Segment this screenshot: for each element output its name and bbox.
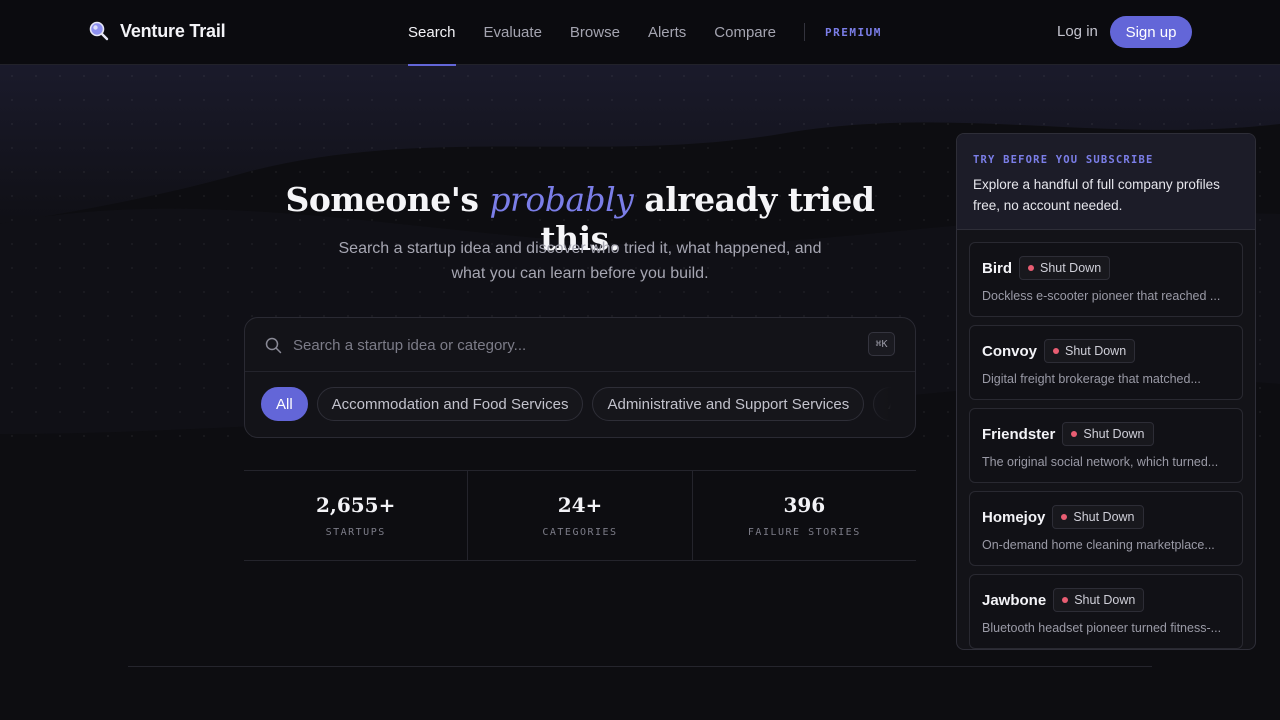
stat-value: 396 <box>783 493 826 517</box>
nav-compare[interactable]: Compare <box>714 0 776 64</box>
status-text: Shut Down <box>1065 344 1127 358</box>
status-dot-icon <box>1061 514 1068 520</box>
company-name: Jawbone <box>982 591 1047 609</box>
status-dot-icon <box>1028 265 1034 271</box>
company-description: The original social network, which turne… <box>982 455 1219 469</box>
chip-all[interactable]: All <box>261 387 308 421</box>
nav-browse[interactable]: Browse <box>570 0 620 64</box>
main-nav: Search Evaluate Browse Alerts Compare PR… <box>408 0 882 66</box>
nav-alerts[interactable]: Alerts <box>648 0 686 64</box>
company-list: Bird Shut Down Dockless e-scooter pionee… <box>957 230 1255 649</box>
panel-description: Explore a handful of full company profil… <box>973 177 1220 213</box>
company-description: On-demand home cleaning marketplace... <box>982 538 1215 552</box>
status-badge: Shut Down <box>1044 339 1136 363</box>
stat-categories: 24+ CATEGORIES <box>468 471 693 560</box>
company-card-jawbone[interactable]: Jawbone Shut Down Bluetooth headset pion… <box>969 574 1243 649</box>
status-badge: Shut Down <box>1053 588 1145 612</box>
stat-value: 24+ <box>557 493 603 517</box>
stat-value: 2,655+ <box>315 493 396 517</box>
category-chips: All Accommodation and Food Services Admi… <box>261 387 903 421</box>
card-header: Friendster Shut Down <box>982 422 1230 446</box>
company-name: Homejoy <box>982 508 1046 526</box>
company-card-homejoy[interactable]: Homejoy Shut Down On-demand home cleanin… <box>969 491 1243 566</box>
company-description: Digital freight brokerage that matched..… <box>982 372 1201 386</box>
status-dot-icon <box>1071 431 1078 437</box>
status-badge: Shut Down <box>1062 422 1154 446</box>
brand-name: Venture Trail <box>120 20 226 41</box>
footer-divider <box>128 666 1152 667</box>
keyboard-shortcut-badge: ⌘K <box>868 332 895 356</box>
company-card-bird[interactable]: Bird Shut Down Dockless e-scooter pionee… <box>969 242 1243 317</box>
company-description: Dockless e-scooter pioneer that reached … <box>982 289 1221 303</box>
free-profiles-panel: TRY BEFORE YOU SUBSCRIBE Explore a handf… <box>956 133 1256 650</box>
panel-kicker: TRY BEFORE YOU SUBSCRIBE <box>973 154 1154 166</box>
login-link[interactable]: Log in <box>1057 23 1098 40</box>
top-header: Venture Trail Search Evaluate Browse Ale… <box>0 0 1280 66</box>
status-dot-icon <box>1053 348 1060 354</box>
nav-divider <box>803 23 805 41</box>
card-header: Bird Shut Down <box>982 256 1230 280</box>
magnifier-logo-icon <box>89 21 109 41</box>
stat-failure-stories: 396 FAILURE STORIES <box>693 471 916 560</box>
company-name: Bird <box>982 259 1012 277</box>
company-name: Friendster <box>982 425 1056 443</box>
status-text: Shut Down <box>1040 261 1102 275</box>
card-header: Homejoy Shut Down <box>982 505 1230 529</box>
panel-header: TRY BEFORE YOU SUBSCRIBE Explore a handf… <box>957 134 1255 230</box>
status-badge: Shut Down <box>1052 505 1144 529</box>
signup-button[interactable]: Sign up <box>1110 16 1192 48</box>
card-header: Convoy Shut Down <box>982 339 1230 363</box>
hero-subtitle: Search a startup idea and discover who t… <box>338 240 822 282</box>
status-dot-icon <box>1062 597 1069 603</box>
nav-premium[interactable]: PREMIUM <box>825 26 882 39</box>
search-input[interactable] <box>293 332 853 358</box>
nav-search[interactable]: Search <box>408 0 456 66</box>
company-card-friendster[interactable]: Friendster Shut Down The original social… <box>969 408 1243 483</box>
search-row: ⌘K <box>245 318 915 372</box>
nav-evaluate[interactable]: Evaluate <box>484 0 542 64</box>
hero-title-emphasis: probably <box>489 180 634 219</box>
chips-scroll-fade <box>863 383 903 425</box>
chip-administrative-support[interactable]: Administrative and Support Services <box>592 387 865 421</box>
company-name: Convoy <box>982 342 1038 360</box>
stat-label: FAILURE STORIES <box>747 527 861 538</box>
status-text: Shut Down <box>1073 510 1135 524</box>
search-card: ⌘K All Accommodation and Food Services A… <box>244 317 916 438</box>
stats-row: 2,655+ STARTUPS 24+ CATEGORIES 396 FAILU… <box>244 470 916 561</box>
status-text: Shut Down <box>1074 593 1136 607</box>
company-card-convoy[interactable]: Convoy Shut Down Digital freight brokera… <box>969 325 1243 400</box>
company-description: Bluetooth headset pioneer turned fitness… <box>982 621 1222 635</box>
status-badge: Shut Down <box>1019 256 1111 280</box>
brand-logo[interactable]: Venture Trail <box>88 20 226 42</box>
status-text: Shut Down <box>1083 427 1145 441</box>
hero-title-before: Someone's <box>285 180 479 219</box>
stat-startups: 2,655+ STARTUPS <box>244 471 469 560</box>
search-icon <box>265 337 282 354</box>
stat-label: STARTUPS <box>325 527 386 538</box>
stat-label: CATEGORIES <box>542 527 618 538</box>
chip-accommodation-food[interactable]: Accommodation and Food Services <box>316 387 584 421</box>
card-header: Jawbone Shut Down <box>982 588 1230 612</box>
